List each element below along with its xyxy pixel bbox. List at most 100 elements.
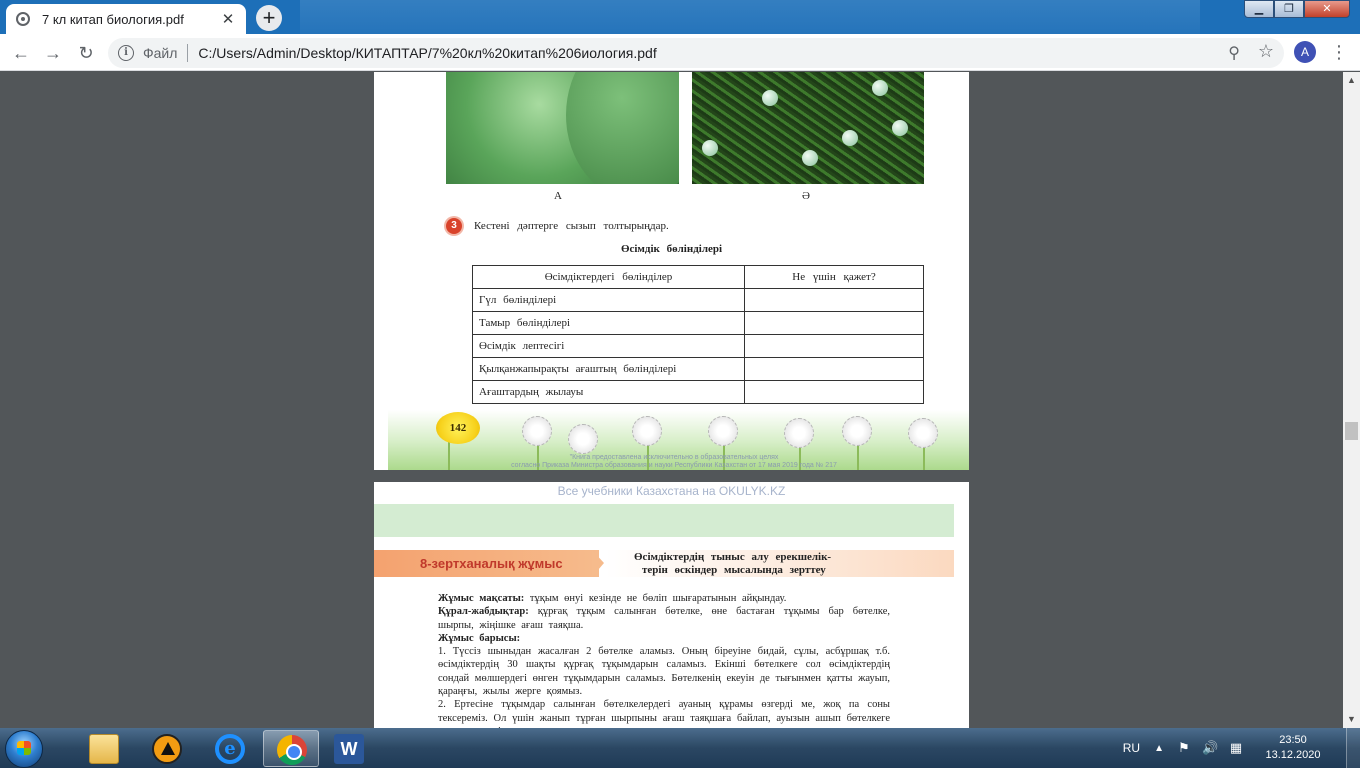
table-header: Не үшін қажет? bbox=[744, 265, 924, 289]
table-cell bbox=[744, 288, 924, 312]
bookmark-star-icon[interactable]: ☆ bbox=[1258, 41, 1274, 62]
browser-toolbar: ← → ↻ i Файл C:/Users/Admin/Desktop/КИТА… bbox=[0, 34, 1360, 71]
berry bbox=[802, 150, 818, 166]
table-cell bbox=[744, 311, 924, 335]
step-2-paragraph: 2. Ертесіне тұқымдар салынған бөтелкелер… bbox=[438, 699, 890, 728]
scroll-down-arrow-icon[interactable]: ▼ bbox=[1343, 711, 1360, 728]
table-row: Өсімдік лептесiгi bbox=[472, 334, 924, 358]
dandelion bbox=[784, 418, 814, 448]
window-controls: ▁ ❐ ✕ bbox=[1244, 0, 1350, 18]
show-hidden-icons-icon[interactable]: ▲ bbox=[1154, 743, 1164, 754]
table-cell: Өсімдік лептесiгi bbox=[472, 334, 745, 358]
clock-time: 23:50 bbox=[1279, 734, 1307, 746]
taskbar-explorer[interactable] bbox=[76, 730, 132, 767]
table-cell bbox=[744, 334, 924, 358]
dandelion bbox=[522, 416, 552, 446]
table-title: Өсімдік бөліндiлерi bbox=[620, 243, 723, 255]
task-number-badge: 3 bbox=[446, 218, 462, 234]
goal-text: тұқым өнуі кезінде не бөліп шығаратынын … bbox=[529, 593, 787, 604]
separator bbox=[187, 44, 189, 62]
task-row: 3 Кестені дəптерге сызып толтырыңдар. bbox=[446, 218, 669, 234]
minimize-button[interactable]: ▁ bbox=[1244, 0, 1274, 18]
tab-title: 7 кл китап биология.pdf bbox=[42, 11, 184, 27]
close-window-button[interactable]: ✕ bbox=[1304, 0, 1350, 18]
berry bbox=[702, 140, 718, 156]
plant-secretions-table: Өсімдіктердегі бөліндiлер Не үшін қажет?… bbox=[472, 265, 924, 404]
caption-ae: Ә bbox=[802, 190, 810, 202]
taskbar-internet-explorer[interactable]: e bbox=[202, 730, 258, 767]
url-text[interactable]: C:/Users/Admin/Desktop/КИТАПТАР/7%20кл%2… bbox=[198, 45, 656, 61]
word-icon: W bbox=[334, 734, 364, 764]
internet-explorer-icon: e bbox=[215, 734, 245, 764]
tab-strip: 7 кл китап биология.pdf ✕ + ▁ ❐ ✕ bbox=[0, 0, 1360, 34]
clock[interactable]: 23:50 13.12.2020 bbox=[1254, 733, 1332, 763]
pdf-page-143: Все учебники Казахстана на OKULYK.KZ 8-з… bbox=[374, 482, 969, 728]
profile-avatar[interactable]: A bbox=[1294, 41, 1316, 63]
table-row: Қылқанжапырақты ағаштың бөліндiлерi bbox=[472, 357, 924, 381]
goal-paragraph: Жұмыс мақсаты: тұқым өнуі кезінде не бөл… bbox=[418, 592, 890, 605]
back-arrow-icon[interactable]: ← bbox=[8, 40, 34, 66]
browser-tab[interactable]: 7 кл китап биология.pdf ✕ bbox=[6, 4, 246, 34]
goal-label: Жұмыс мақсаты: bbox=[438, 593, 525, 604]
aimp-icon bbox=[152, 734, 182, 764]
scroll-up-arrow-icon[interactable]: ▲ bbox=[1343, 72, 1360, 89]
close-tab-icon[interactable]: ✕ bbox=[220, 10, 236, 28]
scrollbar-thumb[interactable] bbox=[1345, 422, 1358, 440]
table-cell bbox=[744, 380, 924, 404]
language-indicator[interactable]: RU bbox=[1123, 741, 1140, 755]
caption-a: A bbox=[554, 190, 562, 202]
taskbar-word[interactable]: W bbox=[321, 730, 377, 767]
footnote-line-1: "Книга предоставлена исключительно в обр… bbox=[569, 454, 779, 461]
folder-icon bbox=[89, 734, 119, 764]
clock-date: 13.12.2020 bbox=[1265, 749, 1321, 761]
table-header: Өсімдіктердегі бөліндiлер bbox=[472, 265, 745, 289]
reload-icon[interactable]: ↻ bbox=[73, 40, 99, 66]
network-icon[interactable]: ▦ bbox=[1228, 740, 1244, 756]
info-icon[interactable]: i bbox=[118, 45, 134, 61]
volume-icon[interactable]: 🔊 bbox=[1202, 740, 1218, 756]
dandelion bbox=[708, 416, 738, 446]
step-1-paragraph: 1. Түссіз шыныдан жасалған 2 бөтелке ала… bbox=[438, 646, 890, 698]
pdf-viewer[interactable]: A Ә 3 Кестені дəптерге сызып толтырыңдар… bbox=[0, 72, 1360, 728]
berry bbox=[892, 120, 908, 136]
berry bbox=[872, 80, 888, 96]
lab-work-label: 8-зертханалық жұмыс bbox=[374, 550, 599, 577]
kebab-menu-icon[interactable]: ⋮ bbox=[1330, 40, 1348, 64]
table-row: Тамыр бөліндiлерi bbox=[472, 311, 924, 335]
zoom-icon[interactable]: ⚲ bbox=[1228, 43, 1240, 63]
lab-title-line-1: Өсімдіктердің тыныс алу ерекшелік- bbox=[634, 551, 832, 563]
table-cell: Ағаштардың жылауы bbox=[472, 380, 745, 404]
dandelion bbox=[908, 418, 938, 448]
stem bbox=[923, 448, 925, 470]
berry bbox=[762, 90, 778, 106]
task-text: Кестені дəптерге сызып толтырыңдар. bbox=[474, 220, 669, 232]
taskbar: e W RU ▲ ⚑ 🔊 ▦ 23:50 13.12.2020 bbox=[0, 728, 1360, 768]
maximize-button[interactable]: ❐ bbox=[1274, 0, 1304, 18]
forward-arrow-icon[interactable]: → bbox=[40, 40, 66, 66]
show-desktop-button[interactable] bbox=[1346, 728, 1360, 768]
start-button[interactable] bbox=[5, 730, 43, 768]
equipment-label: Құрал-жабдықтар: bbox=[438, 606, 529, 618]
table-cell: Гүл бөліндiлерi bbox=[472, 288, 745, 312]
procedure-heading: Жұмыс барысы: bbox=[418, 632, 890, 645]
table-cell: Тамыр бөліндiлерi bbox=[472, 311, 745, 335]
chrome-icon bbox=[277, 735, 307, 765]
address-bar[interactable]: i Файл C:/Users/Admin/Desktop/КИТАПТАР/7… bbox=[108, 38, 1284, 68]
leaf-photo bbox=[446, 72, 679, 184]
taskbar-aimp[interactable] bbox=[139, 730, 195, 767]
scheme-label: Файл bbox=[143, 45, 178, 61]
vertical-scrollbar[interactable]: ▲ ▼ bbox=[1343, 72, 1360, 728]
action-center-flag-icon[interactable]: ⚑ bbox=[1176, 740, 1192, 756]
berry bbox=[842, 130, 858, 146]
page-number: 142 bbox=[436, 412, 480, 444]
new-tab-button[interactable]: + bbox=[256, 5, 282, 31]
juniper-photo bbox=[692, 72, 924, 184]
table-cell bbox=[744, 357, 924, 381]
background-window-titlebar bbox=[300, 0, 1200, 34]
table-row: Гүл бөліндiлерi bbox=[472, 288, 924, 312]
header-band bbox=[374, 504, 954, 537]
taskbar-chrome[interactable] bbox=[263, 730, 319, 767]
lab-title-line-2: терін өскіндер мысалында зерттеу bbox=[642, 564, 826, 576]
system-tray: RU ▲ ⚑ 🔊 ▦ 23:50 13.12.2020 bbox=[1123, 728, 1360, 768]
pdf-page-142: A Ә 3 Кестені дəптерге сызып толтырыңдар… bbox=[374, 72, 969, 470]
